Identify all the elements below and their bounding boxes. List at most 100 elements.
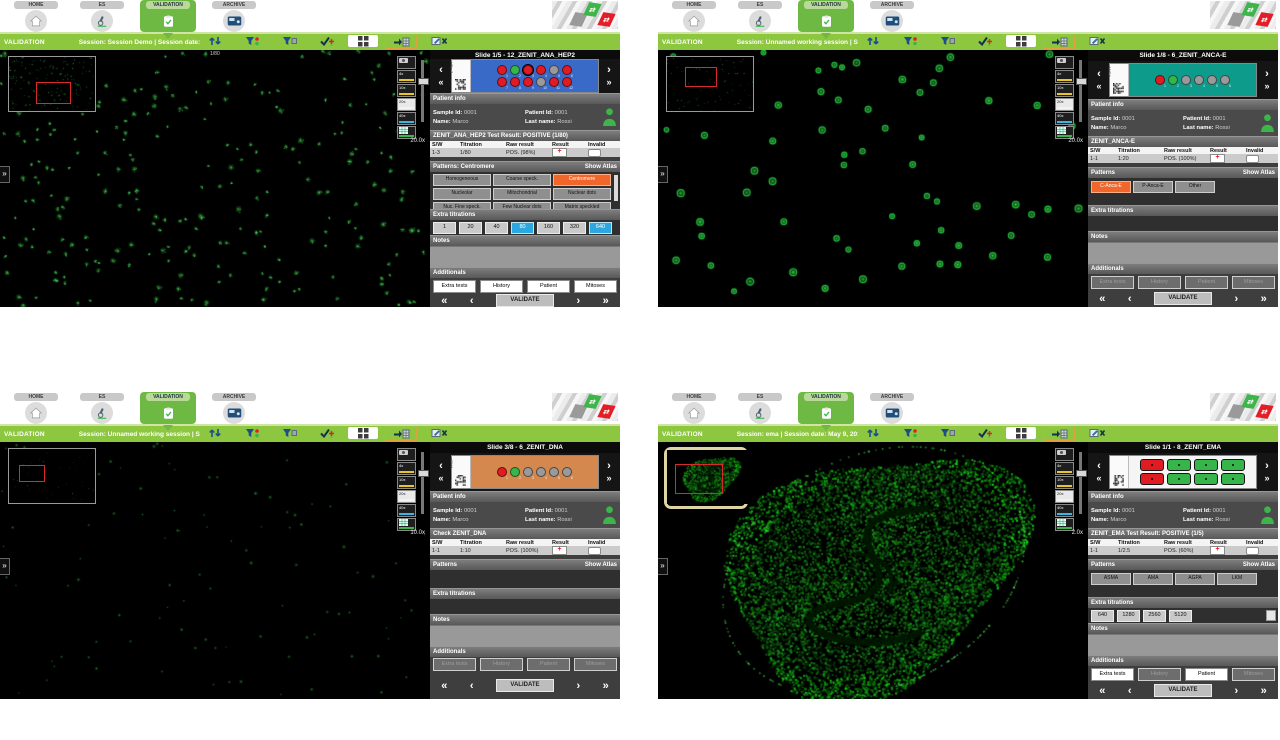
slide-graphic[interactable]: ANCA 123456 [1109,63,1257,97]
slide-graphic[interactable]: HEp-2 123456789101112 [451,59,599,93]
titration-button[interactable]: 320 [563,222,586,234]
invalid-checkbox[interactable] [1246,155,1259,163]
next-button[interactable]: › [1234,685,1238,697]
overview-thumbnail[interactable] [664,447,748,509]
titration-button[interactable]: 160 [537,222,560,234]
objective-4x-button[interactable]: 4x [1055,462,1074,475]
objective-10x-button[interactable]: 10x [397,84,416,97]
next-slide-button[interactable]: › [1265,69,1269,80]
well[interactable]: 4 [1194,75,1204,85]
microscopy-viewer[interactable]: 4x10x20x40x 20.0x » [658,50,1088,307]
last-slide-button[interactable]: » [606,78,611,87]
objective-10x-button[interactable]: 10x [397,476,416,489]
well[interactable] [1167,473,1191,485]
slide-graphic[interactable] [1109,455,1257,489]
next-slide-button[interactable]: › [607,65,611,76]
notes-input[interactable] [430,246,620,267]
close-edit-button[interactable] [1082,427,1112,439]
pattern-button[interactable]: C-Anca-E [1091,181,1131,193]
titration-button[interactable]: 5120 [1169,610,1192,622]
objective-40x-button[interactable]: 40x [397,112,416,125]
history-button[interactable]: History [480,280,523,293]
first-slide-button[interactable]: « [438,474,443,483]
well[interactable]: 3 [523,65,533,75]
objective-10x-button[interactable]: 10x [1055,476,1074,489]
positive-result-icon[interactable]: + [552,148,567,157]
sort-button[interactable] [858,35,888,47]
zoom-slider-handle[interactable] [1076,470,1087,477]
titrations-scrollbar[interactable] [1266,610,1276,621]
show-atlas-button[interactable]: Show Atlas [1243,168,1275,178]
sort-button[interactable] [200,35,230,47]
objective-40x-button[interactable]: 40x [1055,112,1074,125]
titration-button[interactable]: 20 [459,222,482,234]
validate-button[interactable]: VALIDATE [496,679,554,692]
pattern-button[interactable]: Nucleolar [433,188,491,200]
close-edit-button[interactable] [424,35,454,47]
well[interactable]: 9 [523,77,533,87]
slide-graphic[interactable]: nDNA 123456 [451,455,599,489]
pattern-button[interactable]: P-Anca-E [1133,181,1173,193]
prev-slide-button[interactable]: ‹ [1097,461,1101,472]
send-to-worklist-button[interactable] [1043,35,1075,49]
pattern-button[interactable]: Homogeneous [433,174,491,186]
tab-es[interactable]: ES [74,392,130,424]
well[interactable]: 3 [523,467,533,477]
first-button[interactable]: « [1099,293,1105,305]
well[interactable]: 8 [510,77,520,87]
first-slide-button[interactable]: « [438,78,443,87]
patient-button[interactable]: Patient [1185,668,1228,681]
filter-status-button[interactable] [237,427,267,439]
positive-result-icon[interactable]: + [1210,546,1225,555]
close-edit-button[interactable] [424,427,454,439]
pattern-button[interactable]: Centromere [553,174,611,186]
first-slide-button[interactable]: « [1096,82,1101,91]
tab-es[interactable]: ES [74,0,130,32]
filter-box-button[interactable] [932,35,962,47]
tab-home[interactable]: HOME [8,0,64,32]
well[interactable]: 5 [1207,75,1217,85]
tab-home[interactable]: HOME [8,392,64,424]
well[interactable]: 7 [497,77,507,87]
tab-home[interactable]: HOME [666,0,722,32]
well[interactable]: 3 [1181,75,1191,85]
tab-home[interactable]: HOME [666,392,722,424]
well[interactable]: 4 [536,65,546,75]
next-button[interactable]: › [1234,293,1238,305]
roi-rectangle[interactable] [675,464,723,494]
tab-validation[interactable]: VALIDATION [140,392,196,424]
titration-button[interactable]: 1 [433,222,456,234]
well[interactable]: 4 [536,467,546,477]
last-button[interactable]: » [1261,293,1267,305]
well[interactable]: 6 [1220,75,1230,85]
notes-input[interactable] [430,625,620,646]
filter-status-button[interactable] [895,427,925,439]
objective-20x-button[interactable]: 20x [397,490,416,503]
tab-es[interactable]: ES [732,0,788,32]
first-slide-button[interactable]: « [1096,474,1101,483]
grid-view-button[interactable] [1006,427,1036,439]
titration-button[interactable]: 640 [1091,610,1114,622]
mitoses-button[interactable]: Mitoses [574,280,617,293]
last-button[interactable]: » [603,680,609,692]
tab-validation[interactable]: VALIDATION [798,0,854,32]
validate-button[interactable]: VALIDATE [1154,292,1212,305]
pattern-button[interactable]: Few Nuclear dots [493,202,551,209]
extra-tests-button[interactable]: Extra tests [433,280,476,293]
prev-button[interactable]: ‹ [1128,685,1132,697]
patient-button[interactable]: Patient [527,280,570,293]
pattern-button[interactable]: Mitochondrial [493,188,551,200]
validate-button[interactable]: VALIDATE [1154,684,1212,697]
well[interactable]: 1 [1155,75,1165,85]
invalid-checkbox[interactable] [1246,547,1259,555]
well[interactable] [1140,473,1164,485]
prev-button[interactable]: ‹ [1128,293,1132,305]
tab-archive[interactable]: ARCHIVE [864,0,920,32]
objective-40x-button[interactable]: 40x [397,504,416,517]
well[interactable] [1167,459,1191,471]
first-button[interactable]: « [441,680,447,692]
show-atlas-button[interactable]: Show Atlas [585,162,617,172]
prev-slide-button[interactable]: ‹ [439,461,443,472]
send-to-worklist-button[interactable] [385,427,417,441]
overview-thumbnail[interactable] [8,56,96,112]
